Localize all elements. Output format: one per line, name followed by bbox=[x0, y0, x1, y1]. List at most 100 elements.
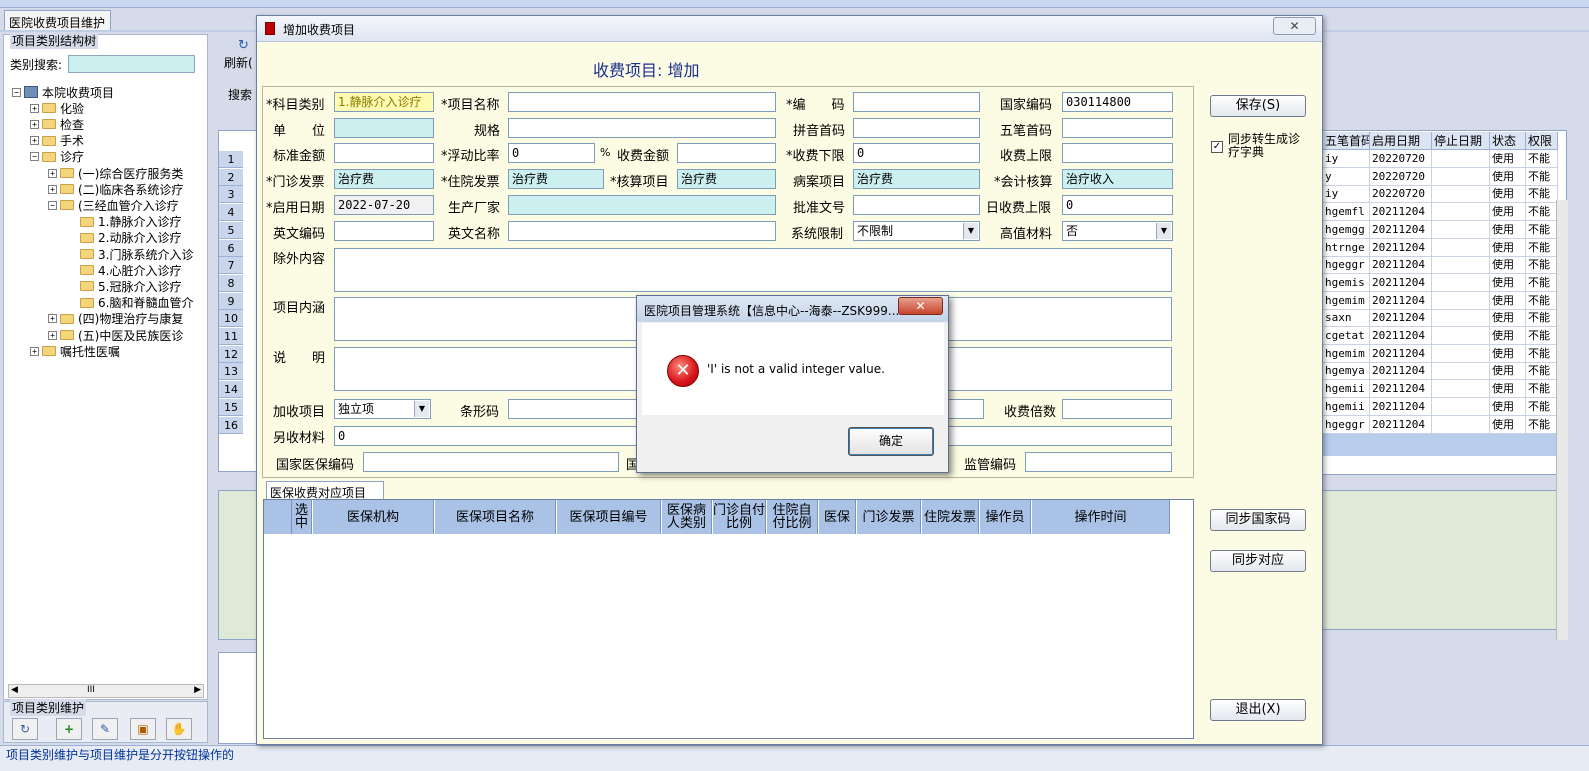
row-number[interactable]: 3 bbox=[219, 186, 243, 204]
column-header[interactable]: 状态 bbox=[1490, 132, 1526, 150]
row-number[interactable]: 4 bbox=[219, 204, 243, 222]
message-box-close-button[interactable]: ✕ bbox=[898, 297, 943, 315]
insurance-column-header[interactable]: 选中 bbox=[292, 500, 312, 534]
unit-field[interactable] bbox=[334, 118, 434, 138]
chevron-down-icon[interactable]: ▼ bbox=[963, 223, 978, 239]
tree-node[interactable]: − (三经血管介入诊疗 bbox=[48, 197, 179, 213]
float-ratio-field[interactable]: 0 bbox=[508, 143, 595, 163]
collapse-icon[interactable]: − bbox=[48, 200, 57, 210]
outpatient-invoice-field[interactable]: 治疗费 bbox=[334, 169, 434, 189]
row-number[interactable]: 7 bbox=[219, 257, 243, 275]
tree-horizontal-scrollbar[interactable]: ◀ III ▶ bbox=[8, 684, 204, 698]
ok-button[interactable]: 确定 bbox=[848, 427, 934, 456]
tree-node[interactable]: 4.心脏介入诊疗 bbox=[80, 262, 181, 278]
column-header[interactable]: 权限 bbox=[1526, 132, 1558, 150]
tree-node[interactable]: 5.冠脉介入诊疗 bbox=[80, 278, 181, 294]
tab-insurance-mapping[interactable]: 医保收费对应项目 bbox=[266, 481, 384, 500]
national-insurance-code-field[interactable] bbox=[363, 452, 619, 472]
insurance-column-header[interactable]: 医保病人类别 bbox=[662, 500, 712, 534]
accounting-field[interactable]: 治疗收入 bbox=[1062, 169, 1173, 189]
subject-category-field[interactable]: 1.静脉介入诊疗 bbox=[334, 92, 434, 112]
row-number[interactable]: 10 bbox=[219, 310, 243, 328]
column-header[interactable]: 停止日期 bbox=[1432, 132, 1490, 150]
tree-node[interactable]: + (四)物理治疗与康复 bbox=[48, 311, 183, 327]
barcode-field[interactable] bbox=[508, 399, 638, 419]
scroll-right-icon[interactable]: ▶ bbox=[194, 685, 201, 695]
row-number[interactable]: 2 bbox=[219, 168, 243, 186]
scroll-thumb[interactable]: III bbox=[87, 685, 95, 695]
hidden-field-partial[interactable] bbox=[948, 399, 984, 419]
sync-national-code-button[interactable]: 同步国家码 bbox=[1210, 509, 1306, 531]
row-number[interactable]: 1 bbox=[219, 151, 243, 168]
tree-node[interactable]: + (一)综合医疗服务类 bbox=[48, 165, 183, 181]
row-number[interactable]: 5 bbox=[219, 221, 243, 239]
charge-lower-field[interactable]: 0 bbox=[853, 143, 980, 163]
collapse-icon[interactable]: − bbox=[12, 87, 21, 97]
insurance-column-header[interactable]: 住院发票 bbox=[922, 500, 979, 534]
standard-amount-field[interactable] bbox=[334, 143, 434, 163]
save-category-button[interactable]: ▣ bbox=[130, 718, 156, 740]
multiple-field[interactable] bbox=[1062, 399, 1172, 419]
charge-amount-field[interactable] bbox=[677, 143, 776, 163]
insurance-column-header[interactable]: 医保项目名称 bbox=[435, 500, 556, 534]
tree-node[interactable]: − 诊疗 bbox=[30, 149, 84, 165]
right-vertical-scrollbar[interactable] bbox=[1556, 200, 1568, 640]
tree-node[interactable]: + 检查 bbox=[30, 116, 84, 132]
insurance-column-header[interactable]: 门诊自付比例 bbox=[713, 500, 766, 534]
sync-dict-checkbox[interactable]: ✓ bbox=[1211, 141, 1223, 153]
tree-node[interactable]: + (二)临床各系统诊疗 bbox=[48, 181, 183, 197]
code-field[interactable] bbox=[853, 92, 980, 112]
english-name-field[interactable] bbox=[508, 221, 776, 241]
medical-record-item-field[interactable]: 治疗费 bbox=[853, 169, 980, 189]
supervision-code-field[interactable] bbox=[1025, 452, 1172, 472]
insurance-column-header[interactable]: 医保项目编号 bbox=[557, 500, 661, 534]
add-category-button[interactable]: + bbox=[56, 718, 82, 740]
accounting-item-field[interactable]: 治疗费 bbox=[677, 169, 776, 189]
english-code-field[interactable] bbox=[334, 221, 434, 241]
category-search-input[interactable] bbox=[68, 55, 195, 73]
approval-no-field[interactable] bbox=[853, 195, 980, 215]
tree-node[interactable]: + (五)中医及民族医诊 bbox=[48, 327, 183, 343]
add-charge-select[interactable]: 独立项 ▼ bbox=[334, 399, 431, 419]
tree-node[interactable]: 2.动脉介入诊疗 bbox=[80, 230, 181, 246]
tree-node[interactable]: 6.脑和脊髓血管介 bbox=[80, 295, 193, 311]
expand-icon[interactable]: + bbox=[48, 184, 57, 194]
sync-mapping-button[interactable]: 同步对应 bbox=[1210, 550, 1306, 572]
insurance-column-header[interactable]: 医保机构 bbox=[313, 500, 434, 534]
row-number[interactable]: 13 bbox=[219, 363, 243, 381]
high-value-select[interactable]: 否 ▼ bbox=[1062, 221, 1173, 241]
insurance-column-header[interactable]: 住院自付比例 bbox=[767, 500, 818, 534]
charge-upper-field[interactable] bbox=[1062, 143, 1173, 163]
scroll-left-icon[interactable]: ◀ bbox=[11, 685, 18, 695]
manufacturer-field[interactable] bbox=[508, 195, 776, 215]
row-number[interactable]: 11 bbox=[219, 328, 243, 345]
row-number[interactable]: 14 bbox=[219, 381, 243, 399]
stop-category-button[interactable]: ✋ bbox=[166, 718, 192, 740]
expand-icon[interactable]: + bbox=[48, 314, 57, 324]
tree-node[interactable]: + 化验 bbox=[30, 100, 84, 116]
expand-icon[interactable]: + bbox=[48, 330, 57, 340]
collapse-icon[interactable]: − bbox=[30, 152, 39, 162]
exit-button[interactable]: 退出(X) bbox=[1210, 699, 1306, 721]
row-number[interactable]: 8 bbox=[219, 274, 243, 292]
tree-node[interactable]: − 本院收费项目 bbox=[12, 84, 114, 100]
insurance-column-header[interactable]: 医保 bbox=[819, 500, 856, 534]
refresh-button[interactable]: 刷新( bbox=[224, 54, 253, 71]
tree-node[interactable]: 1.静脉介入诊疗 bbox=[80, 214, 181, 230]
exclusions-textarea[interactable] bbox=[334, 248, 1172, 292]
chevron-down-icon[interactable]: ▼ bbox=[1156, 223, 1171, 239]
daily-upper-field[interactable]: 0 bbox=[1062, 195, 1173, 215]
tree-node[interactable]: + 嘱托性医嘱 bbox=[30, 343, 120, 359]
dialog-close-button[interactable]: ✕ bbox=[1273, 17, 1316, 35]
edit-category-button[interactable]: ✎ bbox=[92, 718, 118, 740]
tree-node[interactable]: + 手术 bbox=[30, 133, 84, 149]
refresh-category-button[interactable]: ↻ bbox=[12, 718, 38, 740]
expand-icon[interactable]: + bbox=[30, 103, 39, 113]
row-number[interactable]: 15 bbox=[219, 398, 243, 416]
save-button[interactable]: 保存(S) bbox=[1210, 95, 1306, 117]
national-code-field[interactable]: 030114800 bbox=[1062, 92, 1173, 112]
inpatient-invoice-field[interactable]: 治疗费 bbox=[508, 169, 604, 189]
insurance-column-header[interactable]: 操作员 bbox=[980, 500, 1031, 534]
chevron-down-icon[interactable]: ▼ bbox=[414, 401, 429, 417]
row-number[interactable]: 9 bbox=[219, 292, 243, 310]
